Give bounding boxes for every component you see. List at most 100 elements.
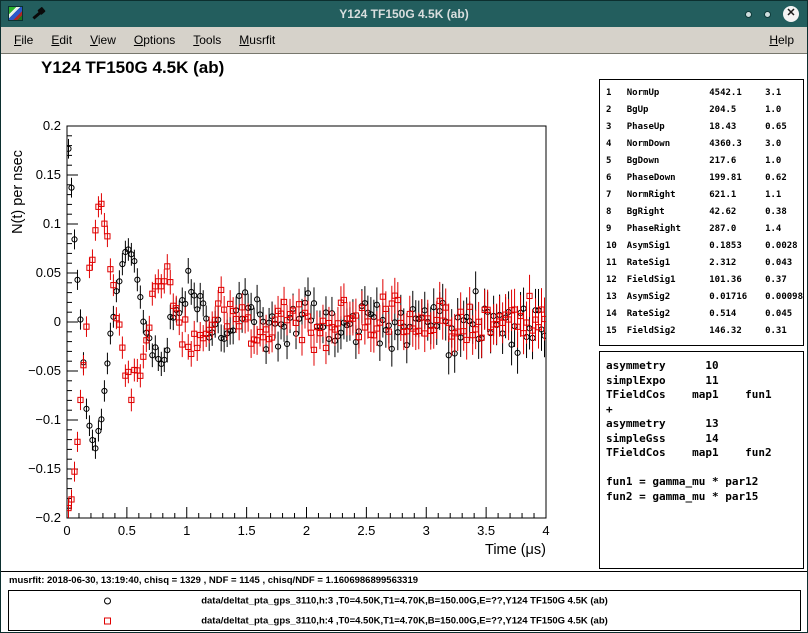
menu-item-view[interactable]: View [83,30,123,50]
param-error: 0.38 [765,203,803,220]
param-no: 9 [606,220,627,237]
param-no: 14 [606,305,627,322]
param-no: 8 [606,203,627,220]
param-name: RateSig1 [627,254,709,271]
param-value: 18.43 [709,118,765,135]
svg-text:0.15: 0.15 [36,167,61,182]
data-series-square [66,193,547,518]
param-row: 8BgRight42.620.38 [606,203,803,220]
param-no: 2 [606,101,627,118]
param-row: 13AsymSig20.017160.00098 [606,288,803,305]
param-row: 3PhaseUp18.430.65 [606,118,803,135]
param-no: 13 [606,288,627,305]
param-error: 0.0028 [765,237,803,254]
svg-text:0: 0 [54,314,61,329]
param-error: 3.1 [765,84,803,101]
param-row: 12FieldSig1101.360.37 [606,271,803,288]
x-axis-title: Time (μs) [485,542,546,558]
param-error: 0.00098 [765,288,803,305]
svg-text:3.5: 3.5 [477,523,495,538]
param-row: 15FieldSig2146.320.31 [606,322,803,339]
svg-text:2: 2 [303,523,310,538]
param-row: 10AsymSig10.18530.0028 [606,237,803,254]
titlebar[interactable]: Y124 TF150G 4.5K (ab) ✕ [1,1,807,27]
svg-text:0.1: 0.1 [43,216,61,231]
param-no: 15 [606,322,627,339]
param-row: 4NormDown4360.33.0 [606,135,803,152]
svg-text:2.5: 2.5 [357,523,375,538]
param-value: 4360.3 [709,135,765,152]
fit-status-line: musrfit: 2018-06-30, 13:19:40, chisq = 1… [9,575,418,586]
plot-title: Y124 TF150G 4.5K (ab) [41,58,224,78]
param-error: 0.31 [765,322,803,339]
param-name: FieldSig2 [627,322,709,339]
legend-entry-text: data/deltat_pta_gps_3110,h:3 ,T0=4.50K,T… [9,596,800,607]
svg-text:1.5: 1.5 [238,523,256,538]
svg-text:0.05: 0.05 [36,265,61,280]
param-value: 0.514 [709,305,765,322]
param-name: PhaseDown [627,169,709,186]
param-value: 204.5 [709,101,765,118]
param-row: 14RateSig20.5140.045 [606,305,803,322]
param-name: AsymSig1 [627,237,709,254]
canvas-area: Y124 TF150G 4.5K (ab) 0 0.5 1 1.5 2 2.5 3 3.5 4 0… [1,54,807,632]
param-value: 42.62 [709,203,765,220]
param-error: 0.045 [765,305,803,322]
svg-text:3: 3 [423,523,430,538]
param-name: NormRight [627,186,709,203]
param-row: 5BgDown217.61.0 [606,152,803,169]
param-no: 4 [606,135,627,152]
param-error: 1.1 [765,186,803,203]
svg-text:1: 1 [183,523,190,538]
param-value: 0.01716 [709,288,765,305]
param-error: 1.0 [765,152,803,169]
param-name: BgRight [627,203,709,220]
param-error: 0.37 [765,271,803,288]
param-value: 146.32 [709,322,765,339]
legend-box: data/deltat_pta_gps_3110,h:3 ,T0=4.50K,T… [8,590,801,631]
menu-item-help[interactable]: Help [762,30,801,50]
svg-text:0: 0 [63,523,70,538]
param-error: 1.0 [765,101,803,118]
param-name: BgUp [627,101,709,118]
menubar: FileEditViewOptionsToolsMusrfit Help [1,27,807,54]
data-series-circle [66,139,547,459]
param-name: PhaseUp [627,118,709,135]
svg-text:0.2: 0.2 [43,118,61,133]
param-value: 0.1853 [709,237,765,254]
window-controls: ✕ [745,1,799,27]
menu-item-file[interactable]: File [7,30,40,50]
param-no: 7 [606,186,627,203]
bottom-separator [1,571,807,572]
param-row: 2BgUp204.51.0 [606,101,803,118]
param-name: AsymSig2 [627,288,709,305]
axis-tick-labels: 00.511.522.533.540.20.150.10.050−0.05−0.… [28,118,550,538]
svg-text:0.5: 0.5 [118,523,136,538]
app-window: Y124 TF150G 4.5K (ab) ✕ FileEditViewOpti… [0,0,808,633]
menu-item-tools[interactable]: Tools [186,30,228,50]
close-button[interactable]: ✕ [783,6,799,22]
param-value: 217.6 [709,152,765,169]
param-no: 5 [606,152,627,169]
param-name: RateSig2 [627,305,709,322]
legend-entry-text: data/deltat_pta_gps_3110,h:4 ,T0=4.50K,T… [9,616,800,627]
minimize-button[interactable] [745,11,752,18]
svg-text:−0.1: −0.1 [35,412,61,427]
menu-item-musrfit[interactable]: Musrfit [232,30,282,50]
param-no: 11 [606,254,627,271]
maximize-button[interactable] [764,11,771,18]
param-name: BgDown [627,152,709,169]
param-name: FieldSig1 [627,271,709,288]
window-title: Y124 TF150G 4.5K (ab) [1,1,807,27]
svg-text:−0.15: −0.15 [28,461,61,476]
param-row: 6PhaseDown199.810.62 [606,169,803,186]
menu-item-edit[interactable]: Edit [44,30,79,50]
menu-item-options[interactable]: Options [127,30,182,50]
param-value: 199.81 [709,169,765,186]
theory-box: asymmetry 10 simplExpo 11 TFieldCos map1… [599,351,804,569]
param-no: 1 [606,84,627,101]
param-row: 7NormRight621.11.1 [606,186,803,203]
param-value: 2.312 [709,254,765,271]
parameter-box: 1NormUp4542.13.12BgUp204.51.03PhaseUp18.… [599,79,804,346]
chart[interactable]: 00.511.522.533.540.20.150.10.050−0.05−0.… [1,82,601,582]
